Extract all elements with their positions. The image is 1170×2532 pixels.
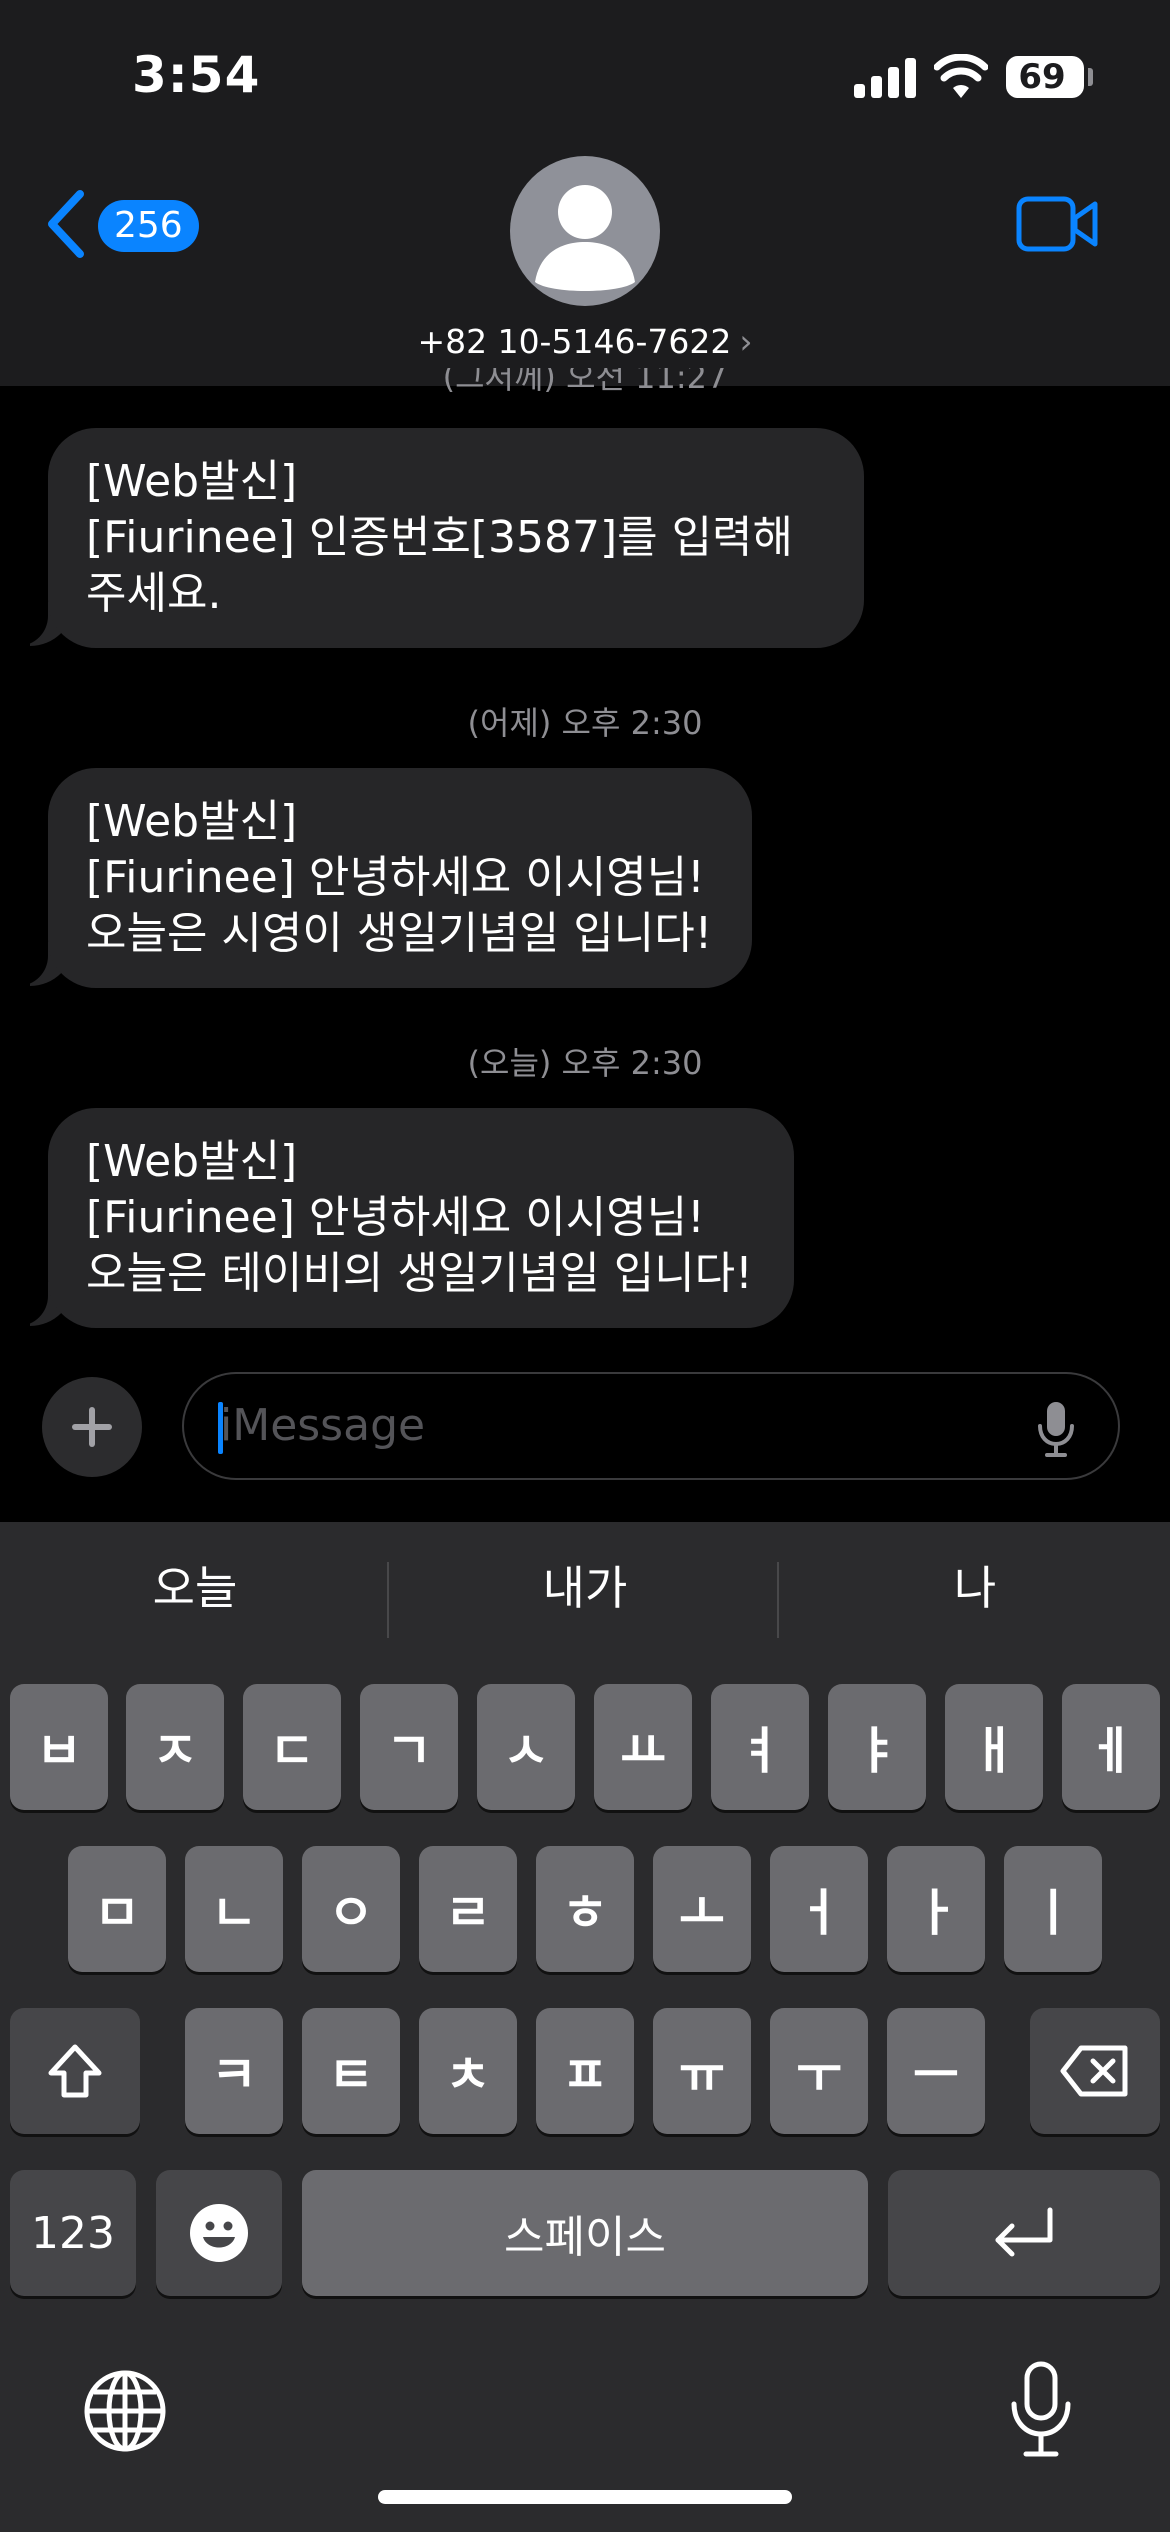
cellular-signal-icon (854, 58, 916, 98)
dictation-microphone-icon[interactable] (1006, 2360, 1076, 2460)
contact-name-button[interactable]: +82 10-5146-7622 › (0, 322, 1170, 361)
message-line: [Web발신] (86, 1136, 298, 1187)
suggestion-1[interactable]: 오늘 (0, 1552, 390, 1618)
back-chevron-icon[interactable] (44, 190, 86, 258)
key[interactable]: ㅐ (945, 1684, 1043, 1810)
text-caret (218, 1402, 223, 1454)
message-line: 오늘은 테이비의 생일기념일 입니다! (86, 1248, 753, 1299)
key[interactable]: ㅑ (828, 1684, 926, 1810)
battery-level: 69 (1018, 57, 1066, 97)
key[interactable]: ㅊ (419, 2008, 517, 2134)
emoji-key[interactable] (156, 2170, 282, 2296)
shift-icon (48, 2044, 102, 2098)
key[interactable]: ㅈ (126, 1684, 224, 1810)
person-icon (535, 185, 635, 291)
key[interactable]: ㅍ (536, 2008, 634, 2134)
suggestion-divider (387, 1562, 389, 1638)
globe-icon[interactable] (82, 2368, 168, 2454)
suggestion-3[interactable]: 나 (780, 1552, 1170, 1618)
facetime-video-icon[interactable] (1016, 196, 1098, 252)
key[interactable]: ㅏ (887, 1846, 985, 1972)
message-line: 주세요. (86, 568, 222, 619)
contact-avatar[interactable] (510, 156, 660, 306)
key[interactable]: ㅎ (536, 1846, 634, 1972)
delete-icon (1060, 2045, 1128, 2097)
message-line: [Web발신] (86, 796, 298, 847)
message-bubble[interactable]: [Web발신] [Fiurinee] 안녕하세요 이시영님! 오늘은 시영이 생… (48, 768, 752, 988)
message-timestamp: (오늘) 오후 2:30 (467, 1044, 703, 1082)
key[interactable]: ㅗ (653, 1846, 751, 1972)
message-bubble[interactable]: [Web발신] [Fiurinee] 인증번호[3587]를 입력해 주세요. (48, 428, 864, 648)
key[interactable]: ㅇ (302, 1846, 400, 1972)
microphone-icon[interactable] (1036, 1400, 1076, 1458)
space-key[interactable]: 스페이스 (302, 2170, 868, 2296)
key[interactable]: ㅡ (887, 2008, 985, 2134)
input-placeholder: iMessage (220, 1400, 426, 1451)
shift-key[interactable] (10, 2008, 140, 2134)
message-line: [Fiurinee] 안녕하세요 이시영님! (86, 852, 705, 903)
wifi-icon (934, 54, 988, 98)
home-indicator[interactable] (378, 2490, 792, 2504)
return-key[interactable] (888, 2170, 1160, 2296)
battery-icon: 69 (1006, 56, 1084, 98)
key[interactable]: ㄹ (419, 1846, 517, 1972)
key[interactable]: ㄷ (243, 1684, 341, 1810)
delete-key[interactable] (1030, 2008, 1160, 2134)
key[interactable]: ㅋ (185, 2008, 283, 2134)
key[interactable]: ㅂ (10, 1684, 108, 1810)
key[interactable]: ㅔ (1062, 1684, 1160, 1810)
battery-cap (1088, 68, 1093, 86)
emoji-icon (190, 2204, 248, 2262)
apps-plus-button[interactable] (42, 1377, 142, 1477)
message-line: [Fiurinee] 인증번호[3587]를 입력해 (86, 512, 794, 563)
key[interactable]: ㅅ (477, 1684, 575, 1810)
unread-count-badge[interactable]: 256 (98, 200, 199, 252)
message-timestamp: (어제) 오후 2:30 (467, 704, 703, 742)
numbers-key[interactable]: 123 (10, 2170, 136, 2296)
message-bubble[interactable]: [Web발신] [Fiurinee] 안녕하세요 이시영님! 오늘은 테이비의 … (48, 1108, 794, 1328)
contact-phone-number: +82 10-5146-7622 (417, 322, 732, 361)
key[interactable]: ㅛ (594, 1684, 692, 1810)
key[interactable]: ㄱ (360, 1684, 458, 1810)
keyboard: 오늘 내가 나 ㅂ ㅈ ㄷ ㄱ ㅅ ㅛ ㅕ ㅑ ㅐ ㅔ ㅁ ㄴ ㅇ ㄹ ㅎ ㅗ … (0, 1522, 1170, 2532)
navigation-header: 3:54 69 256 +82 10-5146-7622 › (0, 0, 1170, 386)
suggestion-2[interactable]: 내가 (390, 1552, 780, 1618)
key[interactable]: ㅠ (653, 2008, 751, 2134)
key[interactable]: ㅜ (770, 2008, 868, 2134)
message-line: [Web발신] (86, 456, 298, 507)
message-timestamp: (그저께) 오전 11:27 (442, 368, 728, 392)
message-line: [Fiurinee] 안녕하세요 이시영님! (86, 1192, 705, 1243)
message-line: 오늘은 시영이 생일기념일 입니다! (86, 908, 713, 959)
key[interactable]: ㅓ (770, 1846, 868, 1972)
status-time: 3:54 (132, 46, 261, 104)
chevron-right-icon: › (739, 322, 753, 361)
key[interactable]: ㅁ (68, 1846, 166, 1972)
suggestion-divider (777, 1562, 779, 1638)
imessage-input[interactable]: iMessage (182, 1372, 1120, 1480)
key[interactable]: ㅌ (302, 2008, 400, 2134)
key[interactable]: ㅣ (1004, 1846, 1102, 1972)
return-icon (995, 2207, 1053, 2257)
key[interactable]: ㄴ (185, 1846, 283, 1972)
key[interactable]: ㅕ (711, 1684, 809, 1810)
